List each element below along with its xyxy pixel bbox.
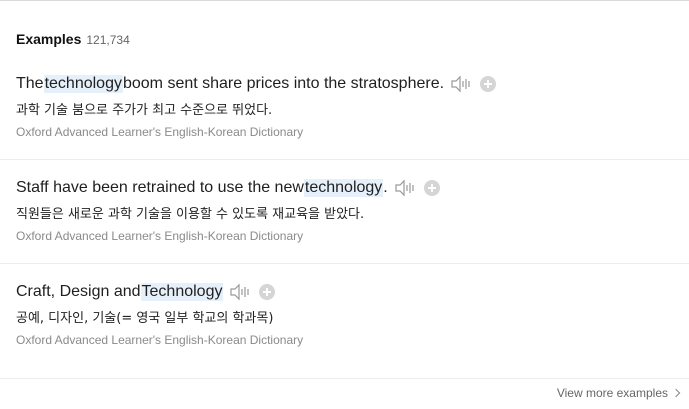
example-divider: [0, 159, 689, 160]
examples-count: 121,734: [86, 33, 130, 47]
footer-divider: [0, 378, 689, 379]
example-translation: 과학 기술 붐으로 주가가 최고 수준으로 뛰었다.: [16, 103, 273, 118]
example-translation: 직원들은 새로운 과학 기술을 이용할 수 있도록 재교육을 받았다.: [16, 207, 365, 222]
example-sentence: The technology boom sent share prices in…: [16, 72, 497, 96]
chevron-right-icon: [671, 388, 681, 398]
example-sentence: Staff have been retrained to use the new…: [16, 176, 440, 200]
sentence-text-before: The: [16, 75, 44, 92]
speaker-icon[interactable]: [229, 283, 251, 301]
sentence-text-after: .: [383, 179, 388, 196]
sentence-text-before: Craft, Design and: [16, 283, 141, 300]
example-item: Staff have been retrained to use the new…: [0, 176, 689, 280]
highlighted-term: technology: [303, 179, 384, 197]
speaker-icon[interactable]: [394, 179, 416, 197]
speaker-icon[interactable]: [450, 75, 472, 93]
example-translation: 공예, 디자인, 기술(= 영국 일부 학교의 학과목): [16, 311, 274, 326]
sentence-text-after: boom sent share prices into the stratosp…: [122, 75, 445, 92]
highlighted-term: technology: [43, 75, 123, 93]
example-source: Oxford Advanced Learner's English-Korean…: [16, 125, 304, 139]
example-divider: [0, 263, 689, 264]
top-divider: [0, 0, 689, 1]
add-to-wordbook-icon[interactable]: [480, 76, 497, 92]
add-to-wordbook-icon[interactable]: [259, 284, 276, 300]
example-item: Craft, Design and Technology 공예, 디자인, 기술…: [0, 280, 689, 384]
view-more-label: View more examples: [556, 386, 668, 400]
view-more-examples-link[interactable]: View more examples: [556, 386, 681, 400]
example-sentence: Craft, Design and Technology: [16, 280, 276, 304]
example-source: Oxford Advanced Learner's English-Korean…: [16, 333, 304, 347]
example-item: The technology boom sent share prices in…: [0, 72, 689, 176]
example-source: Oxford Advanced Learner's English-Korean…: [16, 229, 304, 243]
highlighted-term: Technology: [140, 283, 224, 301]
add-to-wordbook-icon[interactable]: [423, 180, 440, 196]
sentence-text-before: Staff have been retrained to use the new: [16, 179, 304, 196]
examples-title: Examples: [16, 31, 82, 47]
examples-header: Examples 121,734: [16, 31, 130, 49]
